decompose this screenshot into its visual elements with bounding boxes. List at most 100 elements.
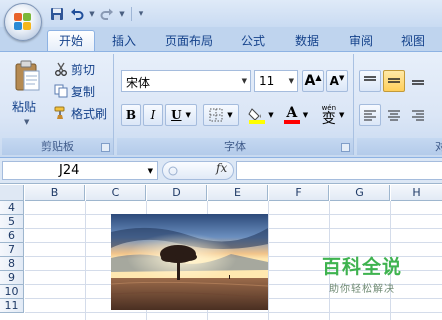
font-group-label: 字体 xyxy=(117,138,353,155)
font-color-button[interactable]: A ▼ xyxy=(279,104,313,126)
fill-color-button[interactable]: ▼ xyxy=(243,104,279,126)
tab-review[interactable]: 审阅 xyxy=(338,31,384,51)
paste-icon[interactable] xyxy=(14,59,42,93)
tab-view[interactable]: 视图 xyxy=(390,31,436,51)
align-left-icon xyxy=(364,110,376,121)
grow-font-label: A xyxy=(304,73,316,89)
align-right-button[interactable] xyxy=(407,104,429,126)
align-top-icon xyxy=(364,76,376,81)
font-color-swatch xyxy=(283,120,300,124)
underline-label: U xyxy=(171,108,182,122)
align-bottom-button[interactable] xyxy=(407,70,429,92)
grow-arrow-icon: ▲ xyxy=(315,72,322,82)
alignment-group-label: 对 xyxy=(357,138,442,155)
align-center-button[interactable] xyxy=(383,104,405,126)
column-header-e[interactable]: E xyxy=(208,185,268,201)
paste-button[interactable]: 粘贴 xyxy=(12,98,36,115)
phonetic-button[interactable]: wén 变 ▼ xyxy=(315,102,351,128)
borders-button[interactable]: ▼ xyxy=(203,104,239,126)
ribbon-tabs: 开始 插入 页面布局 公式 数据 审阅 视图 xyxy=(0,27,442,51)
brush-icon xyxy=(54,106,65,119)
chevron-down-icon: ▼ xyxy=(339,111,345,119)
clipboard-group: 粘贴 ▼ 剪切 复制 格式刷 剪贴板 xyxy=(2,54,114,155)
cut-button[interactable]: 剪切 xyxy=(54,60,95,78)
column-header-h[interactable]: H xyxy=(391,185,442,201)
align-bottom-icon xyxy=(412,80,424,85)
chevron-down-icon: ▼ xyxy=(147,167,153,175)
chevron-down-icon: ▼ xyxy=(288,77,294,85)
watermark: 百科全说 助你轻松解决 xyxy=(312,252,412,295)
row-header[interactable]: 10 xyxy=(0,285,24,299)
quick-access-toolbar: ▼ ▼ ▾ xyxy=(48,4,145,24)
column-header-c[interactable]: C xyxy=(86,185,146,201)
clipboard-group-label: 剪贴板 xyxy=(2,138,113,155)
row-header[interactable]: 7 xyxy=(0,243,24,257)
formula-bar: J24 ▼ fx xyxy=(0,158,442,184)
redo-dropdown-icon[interactable]: ▼ xyxy=(118,10,126,18)
insert-function-button[interactable]: fx xyxy=(216,161,227,175)
orientation-button[interactable] xyxy=(431,70,442,92)
landscape-tree-image xyxy=(111,214,268,310)
tab-page-layout[interactable]: 页面布局 xyxy=(156,31,222,51)
expand-handle-icon[interactable] xyxy=(167,165,179,177)
redo-icon[interactable] xyxy=(98,5,116,23)
font-name-select[interactable]: 宋体 ▼ xyxy=(121,70,251,92)
column-header-f[interactable]: F xyxy=(269,185,329,201)
shrink-font-label: A xyxy=(329,74,339,88)
underline-button[interactable]: U ▼ xyxy=(165,104,197,126)
tab-data[interactable]: 数据 xyxy=(284,31,330,51)
column-header-d[interactable]: D xyxy=(147,185,207,201)
select-all-corner[interactable] xyxy=(0,185,24,201)
tab-insert[interactable]: 插入 xyxy=(100,31,148,51)
phonetic-label: 变 xyxy=(321,110,336,127)
shrink-arrow-icon: ▼ xyxy=(338,74,345,82)
italic-button[interactable]: I xyxy=(143,104,163,126)
tab-home[interactable]: 开始 xyxy=(47,30,95,51)
borders-icon xyxy=(209,108,223,122)
font-group: 宋体 ▼ 11 ▼ A ▲ A ▼ B I U ▼ ▼ ▼ A ▼ wén 变 … xyxy=(117,54,354,155)
office-button[interactable] xyxy=(4,3,42,41)
undo-icon[interactable] xyxy=(68,5,86,23)
tab-formulas[interactable]: 公式 xyxy=(230,31,276,51)
office-logo-icon xyxy=(14,13,32,31)
align-middle-button[interactable] xyxy=(383,70,405,92)
font-launcher-icon[interactable] xyxy=(341,143,350,152)
alignment-group: 对 xyxy=(357,54,442,155)
format-painter-button[interactable]: 格式刷 xyxy=(54,104,107,122)
qat-separator xyxy=(131,7,132,21)
row-header[interactable]: 11 xyxy=(0,299,24,313)
column-header-b[interactable]: B xyxy=(25,185,85,201)
align-middle-icon xyxy=(388,78,400,83)
copy-button[interactable]: 复制 xyxy=(54,82,95,100)
chevron-down-icon: ▼ xyxy=(241,77,247,85)
name-box[interactable]: J24 ▼ xyxy=(2,161,158,180)
formula-input[interactable] xyxy=(236,161,442,180)
grow-font-button[interactable]: A ▲ xyxy=(302,70,324,92)
row-header[interactable]: 5 xyxy=(0,215,24,229)
customize-qat-icon[interactable]: ▾ xyxy=(137,9,145,19)
inserted-picture[interactable] xyxy=(111,214,268,310)
chevron-down-icon: ▼ xyxy=(302,111,309,119)
column-header-g[interactable]: G xyxy=(330,185,390,201)
chevron-down-icon: ▼ xyxy=(268,111,274,119)
align-top-button[interactable] xyxy=(359,70,381,92)
copy-label: 复制 xyxy=(71,84,96,99)
shrink-font-button[interactable]: A ▼ xyxy=(326,70,348,92)
undo-dropdown-icon[interactable]: ▼ xyxy=(88,10,96,18)
row-header[interactable]: 4 xyxy=(0,201,24,215)
row-header[interactable]: 8 xyxy=(0,257,24,271)
chevron-down-icon: ▼ xyxy=(227,111,233,119)
align-left-button[interactable] xyxy=(359,104,381,126)
font-size-select[interactable]: 11 ▼ xyxy=(254,70,298,92)
clipboard-launcher-icon[interactable] xyxy=(101,143,110,152)
scissors-icon xyxy=(55,62,67,76)
ribbon: 粘贴 ▼ 剪切 复制 格式刷 剪贴板 宋体 ▼ 11 ▼ A ▲ A ▼ B I… xyxy=(0,51,442,158)
paste-dropdown-icon[interactable]: ▼ xyxy=(24,118,29,126)
save-icon[interactable] xyxy=(48,5,66,23)
bold-button[interactable]: B xyxy=(121,104,141,126)
cut-label: 剪切 xyxy=(71,62,96,77)
align-right-icon xyxy=(412,110,424,121)
align-center-icon xyxy=(388,110,400,121)
row-header[interactable]: 9 xyxy=(0,271,24,285)
row-header[interactable]: 6 xyxy=(0,229,24,243)
